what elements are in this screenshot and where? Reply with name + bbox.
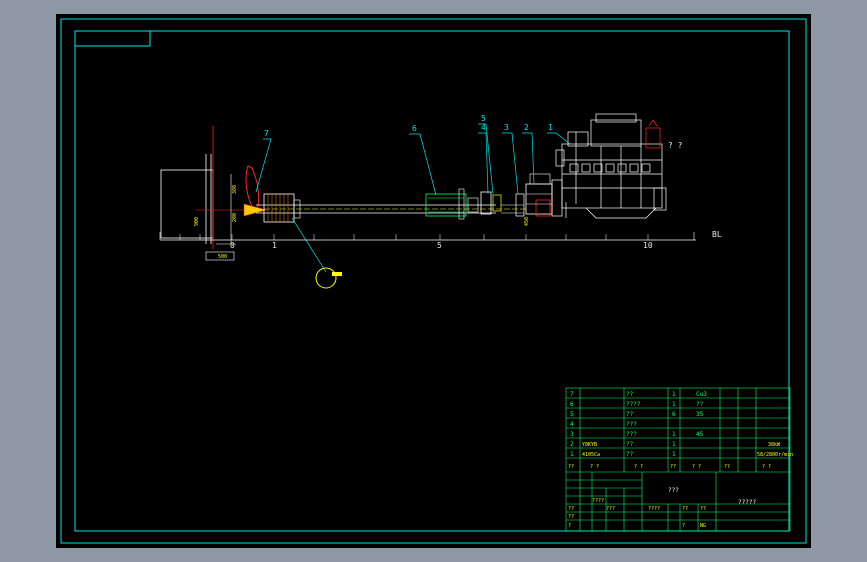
tb-row-qty: 1 <box>672 401 676 408</box>
propeller <box>243 165 268 217</box>
tb-row-name: ???? <box>626 401 641 408</box>
tb-row-qty: 6 <box>672 411 676 418</box>
cad-viewport[interactable]: 7 6 5 4 3 2 1 ? ? 900 380 200 500 450 0 … <box>56 14 811 548</box>
cursor-marker <box>315 267 337 289</box>
dim-flange-height: 450 <box>524 217 530 226</box>
tb-sign-cell: ?? <box>568 514 574 520</box>
tb-row-code: 4105Ca <box>582 452 600 458</box>
tb-row-name: ?? <box>626 441 634 448</box>
tb-row-name: ??? <box>626 431 637 438</box>
part-label-5: 5 <box>481 114 486 123</box>
part-label-3: 3 <box>504 123 509 132</box>
tb-row-note: 38kW <box>768 442 781 448</box>
drawing-inner-border <box>74 30 790 532</box>
tb-row-qty: 1 <box>672 431 676 438</box>
scale-tick-1: 1 <box>272 241 277 250</box>
part-label-7: 7 <box>264 129 269 138</box>
propeller-shaft <box>256 188 526 223</box>
tb-row-name: ?? <box>626 451 634 458</box>
tb-header-cell: ?? <box>568 464 574 470</box>
tb-row-material: 45 <box>696 431 704 438</box>
tb-sign-cell: ??? <box>606 506 615 512</box>
dim-shaft-height: 380 <box>232 185 238 194</box>
tb-sign-cell: ?? <box>700 506 706 512</box>
tb-row-name: ?? <box>626 411 634 418</box>
tb-sign-cell: ?? <box>568 506 574 512</box>
tb-row-name: ??? <box>626 421 637 428</box>
engine-note: ? ? <box>668 141 683 150</box>
tb-sign-cell: NG <box>700 523 706 529</box>
leader-lines <box>255 123 571 273</box>
tb-row-note: 58/2800r/min <box>757 452 793 458</box>
tb-sign-cell: ???? <box>648 506 660 512</box>
stamp-box <box>75 31 151 47</box>
tb-sign-cell: ? <box>682 523 685 529</box>
dim-left-height: 900 <box>194 217 200 226</box>
tb-row-code: Y8KYB <box>582 442 597 448</box>
tb-row-no: 4 <box>570 421 574 428</box>
tb-row-material: 35 <box>696 411 704 418</box>
cursor-tag <box>332 272 342 276</box>
tb-sign-cell: ???? <box>592 498 604 504</box>
scale-tick-10: 10 <box>643 241 653 250</box>
dim-hub-height: 200 <box>232 213 238 222</box>
tb-sign-cell: ? <box>568 523 571 529</box>
baseline-label: BL <box>712 230 722 239</box>
tb-header-cell: ? ? <box>762 464 771 470</box>
drawing-name: ????? <box>738 499 756 506</box>
tb-row-no: 6 <box>570 401 574 408</box>
tb-row-qty: 1 <box>672 441 676 448</box>
baseline-scale <box>159 232 696 241</box>
scale-tick-0: 0 <box>230 241 235 250</box>
title-block <box>565 387 791 532</box>
tb-header-cell: ?? <box>724 464 730 470</box>
tb-row-no: 7 <box>570 391 574 398</box>
part-label-6: 6 <box>412 124 417 133</box>
tb-row-material: ?? <box>696 401 704 408</box>
tb-row-no: 1 <box>570 451 574 458</box>
tb-row-no: 3 <box>570 431 574 438</box>
cad-drawing: 7 6 5 4 3 2 1 ? ? 900 380 200 500 450 0 … <box>60 18 807 544</box>
part-label-1: 1 <box>548 123 553 132</box>
diesel-engine <box>555 113 667 219</box>
gearbox <box>525 173 563 217</box>
tb-row-qty: 1 <box>672 391 676 398</box>
tb-row-qty: 1 <box>672 451 676 458</box>
part-label-4: 4 <box>481 123 486 132</box>
dim-bottom-offset: 500 <box>218 254 227 260</box>
tb-header-cell: ? ? <box>590 464 599 470</box>
tb-row-material: Cu3 <box>696 391 707 398</box>
tb-row-no: 2 <box>570 441 574 448</box>
tb-row-name: ?? <box>626 391 634 398</box>
project-title: ??? <box>668 487 679 494</box>
tb-header-cell: ? ? <box>692 464 701 470</box>
part-label-2: 2 <box>524 123 529 132</box>
tb-sign-cell: ?? <box>682 506 688 512</box>
scale-tick-5: 5 <box>437 241 442 250</box>
tb-header-cell: ?? <box>670 464 676 470</box>
tb-header-cell: ? ? <box>634 464 643 470</box>
tb-row-no: 5 <box>570 411 574 418</box>
